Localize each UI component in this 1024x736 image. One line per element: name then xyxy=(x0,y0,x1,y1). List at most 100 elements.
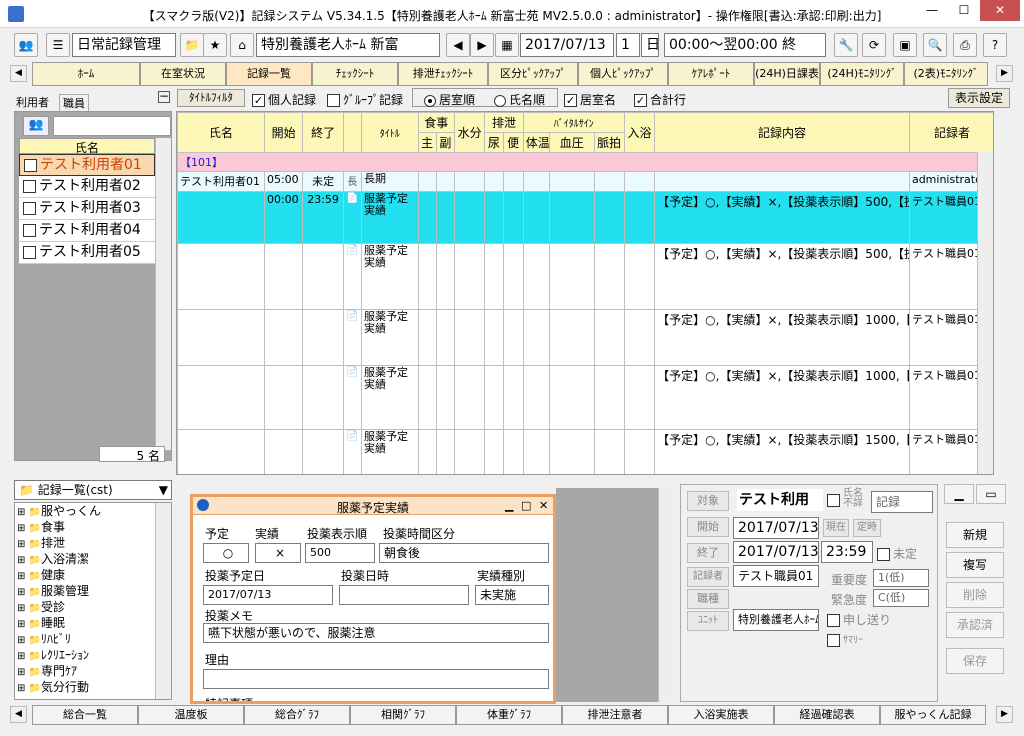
title-filter-button[interactable]: ﾀｲﾄﾙﾌｨﾙﾀ xyxy=(177,89,245,107)
popup-timediv-field[interactable]: 朝食後 xyxy=(379,543,549,563)
end-button[interactable]: 終了 xyxy=(687,543,729,563)
table-row[interactable]: 📄服薬予定 実績 【予定】○,【実績】×,【投薬表示順】500,【投薬時間区分】朝… xyxy=(177,243,993,310)
room-order-radio[interactable]: 居室順 xyxy=(424,91,475,108)
copy-button[interactable]: 複写 xyxy=(946,552,1004,578)
bottom-tab-item[interactable]: 体重ｸﾞﾗﾌ xyxy=(456,705,562,725)
tree-item[interactable]: ⊞ 📁睡眠 xyxy=(15,615,171,631)
fixed-time-button[interactable]: 定時 xyxy=(853,519,881,537)
user-list-item[interactable]: テスト利用者03 xyxy=(19,198,155,220)
user-list-scrollbar[interactable] xyxy=(155,138,171,450)
user-checkbox[interactable] xyxy=(23,245,36,259)
calendar-icon[interactable]: ▦ xyxy=(495,33,519,57)
maximize-button[interactable]: ☐ xyxy=(950,0,978,21)
approve-button[interactable]: 承認済 xyxy=(946,612,1004,638)
popup-reason-field[interactable] xyxy=(203,669,549,689)
popup-plan-field[interactable]: ○ xyxy=(203,543,249,563)
bottom-tab-item[interactable]: 服やっくん記録 xyxy=(880,705,986,725)
tab-item[interactable]: ﾁｪｯｸｼｰﾄ xyxy=(312,62,398,86)
table-row[interactable]: 📄服薬予定 実績 【予定】○,【実績】×,【投薬表示順】1500,【投薬時間区分】… xyxy=(177,429,993,474)
popup-kind-field[interactable]: 未実施 xyxy=(475,585,549,605)
handover-checkbox[interactable]: 申し送り xyxy=(827,611,891,628)
tree-item[interactable]: ⊞ 📁受診 xyxy=(15,599,171,615)
bottom-tab-item[interactable]: 経過確認表 xyxy=(774,705,880,725)
tree-scrollbar[interactable] xyxy=(155,503,171,699)
room-name-checkbox[interactable]: 居室名 xyxy=(564,91,616,108)
end-time-field[interactable]: 23:59 xyxy=(821,541,873,563)
undecided-box[interactable] xyxy=(877,548,890,561)
tab-item[interactable]: 区分ﾋﾟｯｸｱｯﾌﾟ xyxy=(488,62,578,86)
tab-item[interactable]: 記録一覧 xyxy=(226,62,312,86)
minimize-button[interactable]: — xyxy=(918,0,946,21)
bottom-tab-item[interactable]: 相関ｸﾞﾗﾌ xyxy=(350,705,456,725)
target-button[interactable]: 対象 xyxy=(687,491,729,511)
help-icon[interactable]: ? xyxy=(983,33,1007,57)
grid-scrollbar[interactable] xyxy=(977,152,993,474)
time-range-select[interactable]: 00:00～翌00:00 終 xyxy=(664,33,826,57)
name-unknown-checkbox[interactable] xyxy=(827,493,843,507)
urgency-select[interactable]: C(低) xyxy=(873,589,929,607)
user-list-item[interactable]: テスト利用者04 xyxy=(19,220,155,242)
unit-field[interactable]: 特別養護老人ﾎｰﾑ xyxy=(733,609,819,631)
tab-users[interactable]: 利用者 xyxy=(16,94,49,110)
bottom-tab-item[interactable]: 排泄注意者 xyxy=(562,705,668,725)
user-checkbox[interactable] xyxy=(23,201,36,215)
tab-item[interactable]: (2表)ﾓﾆﾀﾘﾝｸﾞ xyxy=(904,62,988,86)
personal-checkbox-box[interactable] xyxy=(252,94,265,107)
document-icon[interactable]: 📄 xyxy=(342,243,362,310)
document-icon[interactable]: 📄 xyxy=(342,191,362,244)
delete-button[interactable]: 削除 xyxy=(946,582,1004,608)
popup-minimize[interactable]: ▁ xyxy=(505,499,513,512)
tree-item[interactable]: ⊞ 📁健康 xyxy=(15,567,171,583)
recorder-field[interactable]: テスト職員01 xyxy=(733,565,819,587)
user-list-item[interactable]: テスト利用者02 xyxy=(19,176,155,198)
tree-item[interactable]: ⊞ 📁専門ｹｱ xyxy=(15,663,171,679)
user-filter-icon[interactable]: 👥 xyxy=(23,116,49,136)
display-settings-button[interactable]: 表示設定 xyxy=(948,88,1010,108)
view-select[interactable]: 日常記録管理 xyxy=(72,33,176,57)
room-group-row[interactable]: 【101】 xyxy=(177,152,993,172)
user-list-item[interactable]: テスト利用者01 xyxy=(19,154,155,176)
panel-minimize-button[interactable]: ▁ xyxy=(944,484,974,504)
group-record-checkbox[interactable]: ｸﾞﾙｰﾌﾟ記録 xyxy=(327,91,403,108)
popup-maximize[interactable]: □ xyxy=(521,499,531,512)
user-list-item[interactable]: テスト利用者05 xyxy=(19,242,155,264)
document-icon[interactable]: 📄 xyxy=(342,429,362,474)
tab-item[interactable]: ｹｱﾚﾎﾟｰﾄ xyxy=(668,62,754,86)
user-checkbox[interactable] xyxy=(23,179,36,193)
importance-select[interactable]: 1(低) xyxy=(873,569,929,587)
popup-order-field[interactable]: 500 xyxy=(305,543,375,563)
tree-item[interactable]: ⊞ 📁服薬管理 xyxy=(15,583,171,599)
tools-icon[interactable]: 🔧 xyxy=(834,33,858,57)
group-checkbox-box[interactable] xyxy=(327,94,340,107)
name-order-radio[interactable]: 氏名順 xyxy=(494,91,545,108)
tabs-left-arrow[interactable]: ◀ xyxy=(10,65,27,82)
room-order-radio-dot[interactable] xyxy=(424,94,436,107)
collapse-icon[interactable]: − xyxy=(158,90,170,103)
summary-box[interactable] xyxy=(827,633,840,647)
save-button[interactable]: 保存 xyxy=(946,648,1004,674)
document-icon[interactable]: 📄 xyxy=(342,309,362,366)
name-unknown-box[interactable] xyxy=(827,494,840,507)
user-filter-input[interactable] xyxy=(53,116,171,136)
tree-item[interactable]: ⊞ 📁食事 xyxy=(15,519,171,535)
user-checkbox[interactable] xyxy=(24,158,37,172)
panel-restore-button[interactable]: ▭ xyxy=(976,484,1006,504)
print-icon[interactable]: ⎙ xyxy=(953,33,977,57)
bottom-tabs-right-arrow[interactable]: ▶ xyxy=(996,706,1013,723)
popup-memo-field[interactable]: 嚥下状態が悪いので、服薬注意 xyxy=(203,623,549,643)
record-kind-select[interactable]: 記録 xyxy=(871,491,933,513)
tab-item[interactable]: (24H)日課表 xyxy=(754,62,820,86)
tree-item[interactable]: ⊞ 📁気分行動 xyxy=(15,679,171,695)
facility-select[interactable]: 特別養護老人ﾎｰﾑ 新富 xyxy=(256,33,440,57)
bottom-tabs-left-arrow[interactable]: ◀ xyxy=(10,706,27,723)
bottom-tab-item[interactable]: 入浴実施表 xyxy=(668,705,774,725)
tree-select[interactable]: 📁 記録一覧(cst) ▼ xyxy=(14,480,172,500)
unit-button[interactable]: ﾕﾆｯﾄ xyxy=(687,611,729,631)
handover-box[interactable] xyxy=(827,614,840,627)
bottom-tab-item[interactable]: 総合一覧 xyxy=(32,705,138,725)
tab-staff[interactable]: 職員 xyxy=(59,94,89,112)
date-field[interactable]: 2017/07/13 xyxy=(520,33,614,57)
user-checkbox[interactable] xyxy=(23,223,36,237)
close-button[interactable]: ✕ xyxy=(980,0,1020,21)
folder-icon[interactable]: 📁 xyxy=(180,33,204,57)
